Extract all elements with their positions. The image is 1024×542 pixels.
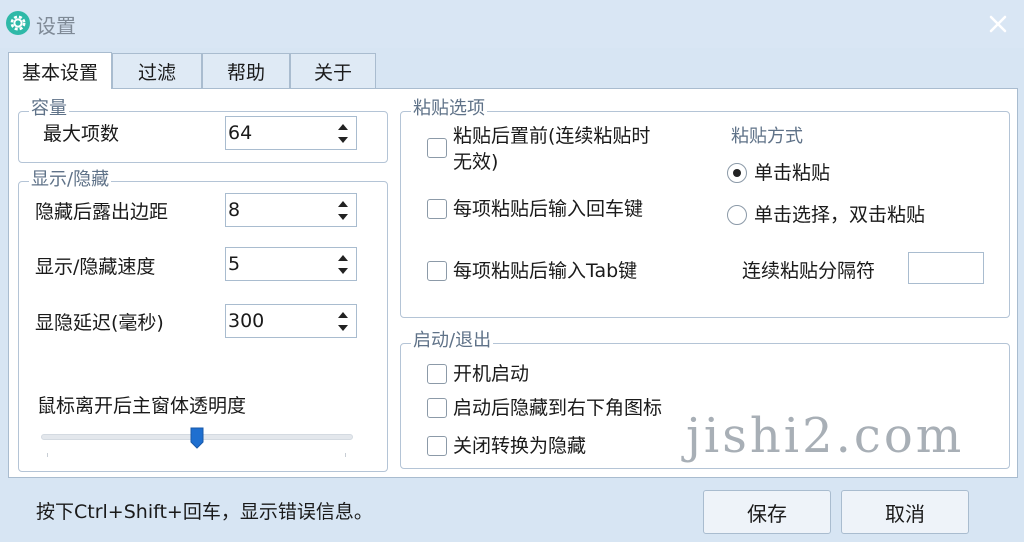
autostart-label: 开机启动 (453, 363, 530, 385)
startup-group-title: 启动/退出 (411, 330, 494, 351)
arrow-down-icon (338, 213, 348, 220)
hide-tray-label: 启动后隐藏到右下角图标 (453, 397, 663, 419)
spin-down-button[interactable] (332, 210, 354, 224)
spin-up-button[interactable] (332, 250, 354, 264)
hide-tray-checkbox[interactable] (427, 398, 447, 418)
tab-help[interactable]: 帮助 (202, 53, 290, 89)
paste-front-label-line1: 粘贴后置前(连续粘贴时 (453, 125, 651, 147)
single-click-label: 单击粘贴 (754, 162, 831, 184)
slider-tick (345, 453, 346, 457)
edge-label: 隐藏后露出边距 (35, 201, 169, 223)
separator-input[interactable] (908, 252, 984, 284)
spin-up-button[interactable] (332, 119, 354, 133)
cancel-button[interactable]: 取消 (841, 490, 969, 534)
single-click-radio[interactable] (727, 163, 747, 183)
close-icon (989, 15, 1007, 33)
gear-icon (6, 11, 30, 35)
close-button[interactable] (980, 8, 1016, 40)
close-hide-checkbox[interactable] (427, 436, 447, 456)
paste-tab-label: 每项粘贴后输入Tab键 (453, 260, 638, 282)
window-title: 设置 (36, 14, 76, 38)
paste-method-title: 粘贴方式 (731, 126, 803, 147)
arrow-up-icon (338, 254, 348, 261)
delay-spinbox[interactable]: 300 (225, 304, 357, 338)
speed-spinbox[interactable]: 5 (225, 247, 357, 281)
spin-up-button[interactable] (332, 196, 354, 210)
max-items-value[interactable]: 64 (228, 122, 252, 144)
paste-front-checkbox[interactable] (427, 138, 447, 158)
spin-up-button[interactable] (332, 307, 354, 321)
max-items-spinbox[interactable]: 64 (225, 116, 357, 150)
capacity-group-title: 容量 (29, 98, 69, 119)
arrow-up-icon (338, 123, 348, 130)
save-button[interactable]: 保存 (703, 490, 831, 534)
separator-label: 连续粘贴分隔符 (742, 260, 876, 282)
double-click-label: 单击选择，双击粘贴 (754, 204, 926, 226)
paste-enter-label: 每项粘贴后输入回车键 (453, 198, 644, 220)
paste-tab-checkbox[interactable] (427, 261, 447, 281)
arrow-up-icon (338, 200, 348, 207)
slider-tick (47, 453, 48, 457)
arrow-up-icon (338, 311, 348, 318)
watermark-text: jishi2.com (686, 408, 965, 464)
delay-value[interactable]: 300 (228, 310, 264, 332)
spin-down-button[interactable] (332, 321, 354, 335)
edge-value[interactable]: 8 (228, 199, 240, 221)
spin-down-button[interactable] (332, 264, 354, 278)
arrow-down-icon (338, 267, 348, 274)
tab-basic-settings[interactable]: 基本设置 (8, 52, 112, 89)
display-group-title: 显示/隐藏 (29, 169, 112, 190)
max-items-label: 最大项数 (43, 123, 120, 145)
error-hint-text: 按下Ctrl+Shift+回车，显示错误信息。 (36, 501, 373, 523)
opacity-label: 鼠标离开后主窗体透明度 (37, 395, 247, 417)
paste-options-title: 粘贴选项 (411, 98, 487, 119)
title-bar: 设置 (0, 0, 1024, 48)
edge-spinbox[interactable]: 8 (225, 193, 357, 227)
speed-label: 显示/隐藏速度 (35, 256, 156, 278)
delay-label: 显隐延迟(毫秒) (35, 312, 164, 334)
close-hide-label: 关闭转换为隐藏 (453, 435, 587, 457)
arrow-down-icon (338, 324, 348, 331)
paste-enter-checkbox[interactable] (427, 199, 447, 219)
spin-down-button[interactable] (332, 133, 354, 147)
slider-thumb[interactable] (190, 427, 204, 449)
tab-about[interactable]: 关于 (290, 53, 376, 89)
autostart-checkbox[interactable] (427, 364, 447, 384)
paste-front-label-line2: 无效) (453, 151, 499, 173)
speed-value[interactable]: 5 (228, 253, 240, 275)
double-click-radio[interactable] (727, 205, 747, 225)
radio-selected-dot (733, 169, 741, 177)
arrow-down-icon (338, 136, 348, 143)
tab-filter[interactable]: 过滤 (112, 53, 202, 89)
